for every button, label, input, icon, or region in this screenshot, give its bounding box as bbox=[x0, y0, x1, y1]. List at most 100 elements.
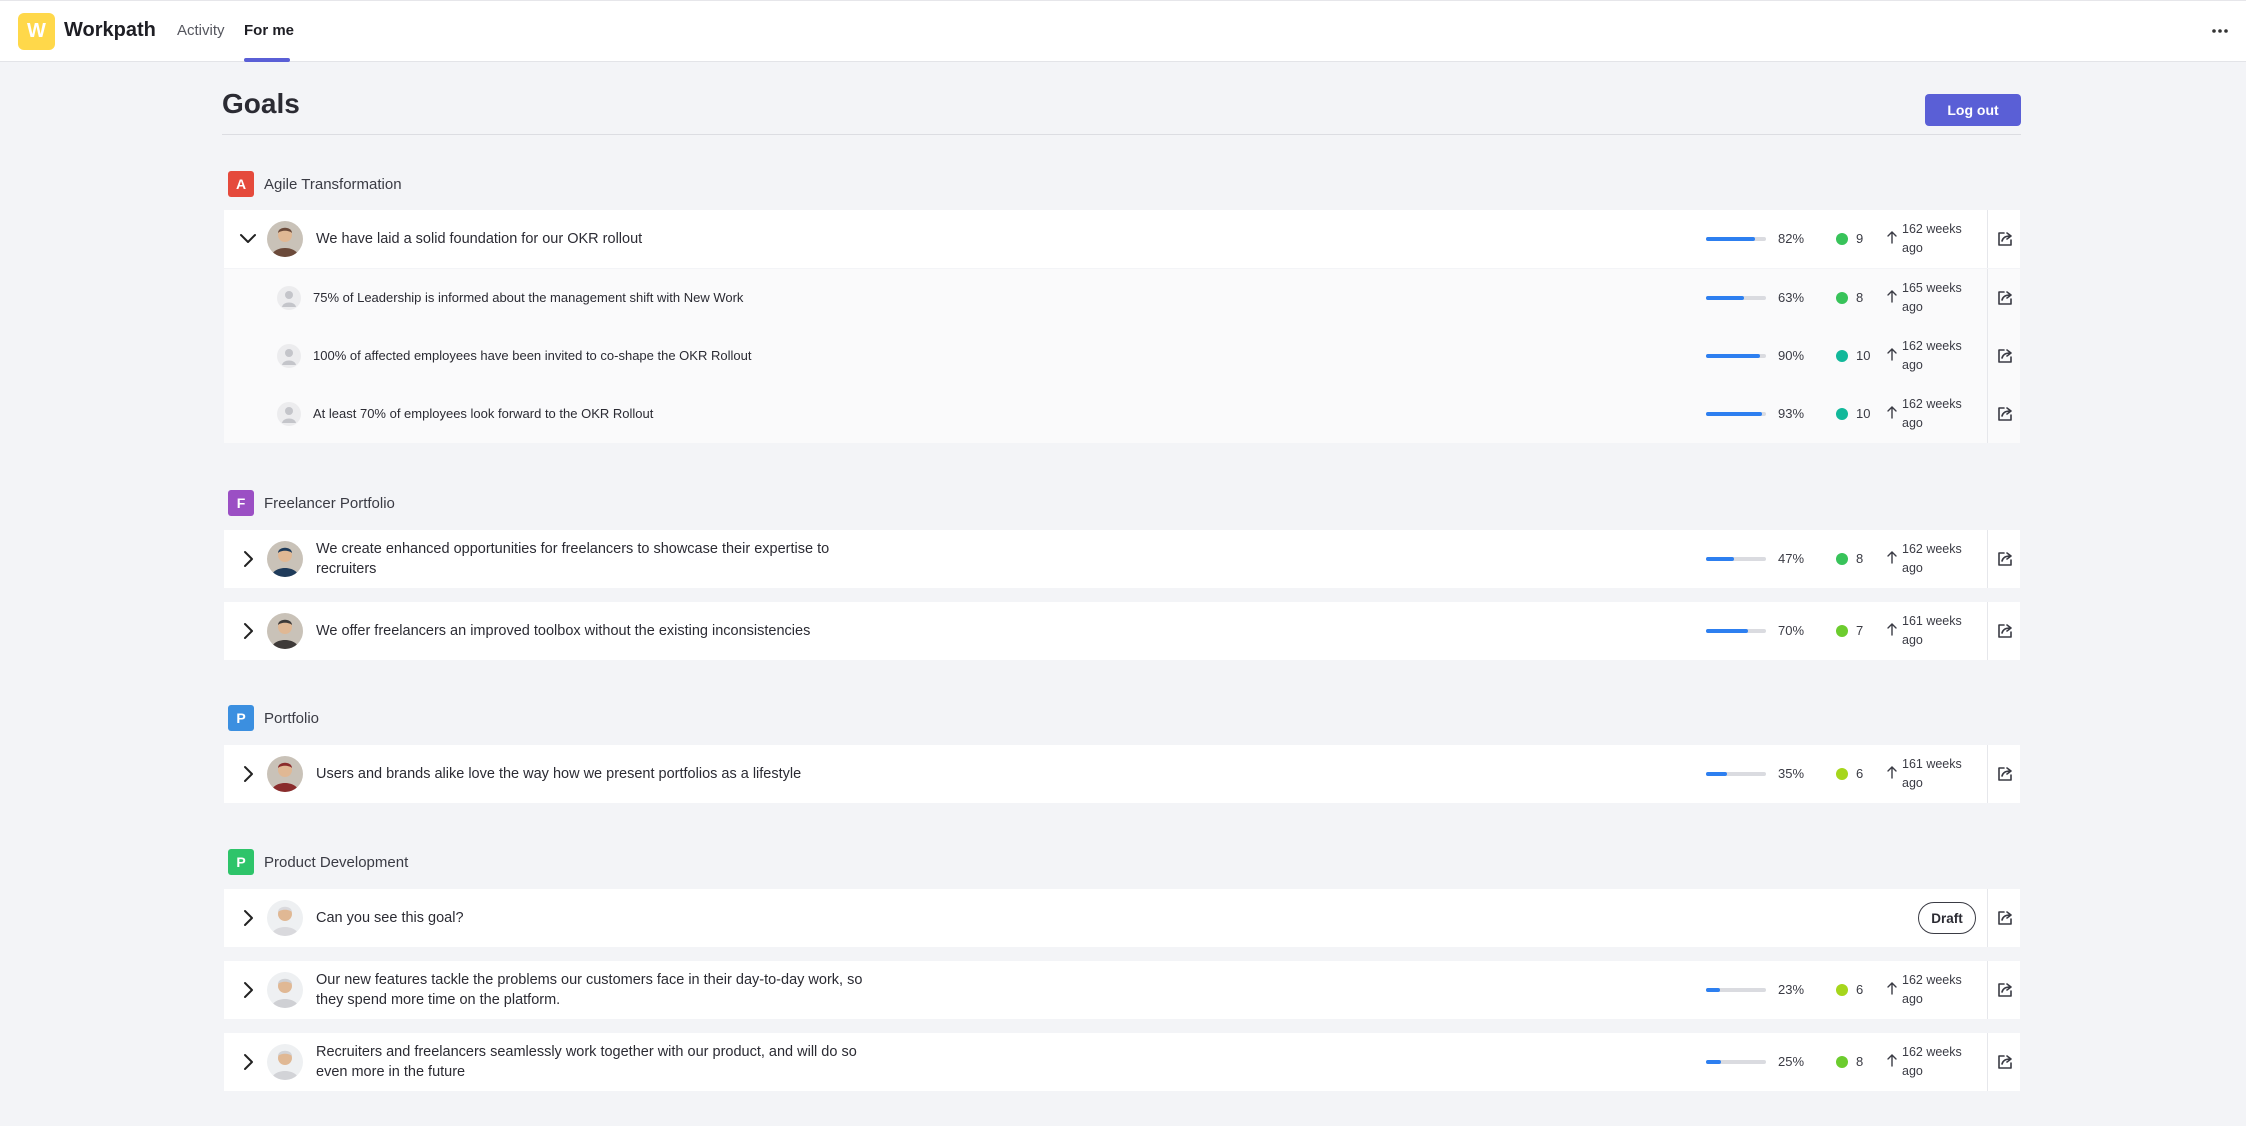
key-result-title[interactable]: 75% of Leadership is informed about the … bbox=[313, 269, 1013, 327]
last-updated: 162 weeks ago bbox=[1902, 973, 1962, 1006]
share-icon[interactable] bbox=[1996, 347, 2014, 365]
goal-row[interactable]: Users and brands alike love the way how … bbox=[224, 745, 2020, 803]
owner-avatar[interactable] bbox=[267, 221, 303, 257]
chevron-right-icon[interactable] bbox=[238, 908, 258, 928]
confidence-dot bbox=[1836, 350, 1848, 362]
goal-row[interactable]: We have laid a solid foundation for our … bbox=[224, 210, 2020, 268]
row-divider bbox=[1987, 385, 1988, 443]
share-icon[interactable] bbox=[1996, 622, 2014, 640]
goal-title[interactable]: We create enhanced opportunities for fre… bbox=[316, 530, 876, 588]
share-icon[interactable] bbox=[1996, 909, 2014, 927]
workpath-logo[interactable]: W bbox=[18, 13, 55, 50]
goal-row[interactable]: Our new features tackle the problems our… bbox=[224, 961, 2020, 1019]
group-name: Freelancer Portfolio bbox=[264, 494, 395, 512]
group-name: Agile Transformation bbox=[264, 175, 402, 193]
tab-for-me[interactable]: For me bbox=[244, 22, 294, 39]
confidence-dot bbox=[1836, 1056, 1848, 1068]
progress-bar-fill bbox=[1706, 772, 1727, 776]
arrow-up-icon bbox=[1886, 230, 1898, 244]
chevron-right-icon[interactable] bbox=[238, 764, 258, 784]
confidence-dot bbox=[1836, 233, 1848, 245]
goal-title[interactable]: Users and brands alike love the way how … bbox=[316, 745, 876, 803]
group-badge: F bbox=[228, 490, 254, 516]
share-icon[interactable] bbox=[1996, 289, 2014, 307]
share-icon[interactable] bbox=[1996, 405, 2014, 423]
goal-row[interactable]: Can you see this goal? Draft bbox=[224, 889, 2020, 947]
progress-bar bbox=[1706, 988, 1766, 992]
progress-bar-fill bbox=[1706, 237, 1756, 241]
goal-title[interactable]: We have laid a solid foundation for our … bbox=[316, 210, 876, 268]
last-updated: 165 weeks ago bbox=[1902, 281, 1962, 314]
arrow-up-icon bbox=[1886, 622, 1898, 636]
progress-bar bbox=[1706, 629, 1766, 633]
progress-percent: 93% bbox=[1778, 406, 1805, 421]
confidence-score: 10 bbox=[1856, 406, 1871, 421]
person-placeholder-icon bbox=[277, 402, 301, 426]
last-updated: 162 weeks ago bbox=[1902, 1045, 1962, 1078]
confidence-dot bbox=[1836, 984, 1848, 996]
last-updated: 161 weeks ago bbox=[1902, 614, 1962, 647]
owner-avatar[interactable] bbox=[267, 900, 303, 936]
share-icon[interactable] bbox=[1996, 981, 2014, 999]
group-badge: A bbox=[228, 171, 254, 197]
progress-bar-fill bbox=[1706, 412, 1762, 416]
key-result-row[interactable]: 100% of affected employees have been inv… bbox=[224, 327, 2020, 385]
goal-title[interactable]: Our new features tackle the problems our… bbox=[316, 961, 876, 1019]
row-divider bbox=[1987, 602, 1988, 660]
confidence-score: 8 bbox=[1856, 290, 1864, 305]
row-divider bbox=[1987, 745, 1988, 803]
goal-title[interactable]: We offer freelancers an improved toolbox… bbox=[316, 602, 876, 660]
share-icon[interactable] bbox=[1996, 230, 2014, 248]
goal-title[interactable]: Recruiters and freelancers seamlessly wo… bbox=[316, 1033, 876, 1091]
owner-avatar[interactable] bbox=[267, 541, 303, 577]
progress-percent: 23% bbox=[1778, 982, 1805, 997]
share-icon[interactable] bbox=[1996, 765, 2014, 783]
progress-bar bbox=[1706, 296, 1766, 300]
progress-bar bbox=[1706, 412, 1766, 416]
owner-avatar[interactable] bbox=[267, 756, 303, 792]
goal-row[interactable]: We offer freelancers an improved toolbox… bbox=[224, 602, 2020, 660]
row-divider bbox=[1987, 889, 1988, 947]
log-out-button[interactable]: Log out bbox=[1925, 94, 2021, 126]
row-divider bbox=[1987, 530, 1988, 588]
progress-bar-fill bbox=[1706, 354, 1760, 358]
chevron-down-icon[interactable] bbox=[238, 229, 258, 249]
chevron-right-icon[interactable] bbox=[238, 1052, 258, 1072]
confidence-score: 10 bbox=[1856, 348, 1871, 363]
progress-bar-fill bbox=[1706, 296, 1744, 300]
chevron-right-icon[interactable] bbox=[238, 980, 258, 1000]
progress-bar-fill bbox=[1706, 629, 1748, 633]
key-result-row[interactable]: 75% of Leadership is informed about the … bbox=[224, 269, 2020, 327]
arrow-up-icon bbox=[1886, 1053, 1898, 1067]
key-result-title[interactable]: At least 70% of employees look forward t… bbox=[313, 385, 1013, 443]
last-updated: 162 weeks ago bbox=[1902, 397, 1962, 430]
goal-row[interactable]: Recruiters and freelancers seamlessly wo… bbox=[224, 1033, 2020, 1091]
arrow-up-icon bbox=[1886, 289, 1898, 303]
tab-activity[interactable]: Activity bbox=[177, 22, 225, 39]
progress-percent: 47% bbox=[1778, 551, 1805, 566]
group-header: P Product Development bbox=[228, 849, 408, 875]
share-icon[interactable] bbox=[1996, 1053, 2014, 1071]
progress-bar-fill bbox=[1706, 1060, 1721, 1064]
more-options-icon[interactable] bbox=[2208, 19, 2232, 43]
group-header: P Portfolio bbox=[228, 705, 319, 731]
confidence-dot bbox=[1836, 292, 1848, 304]
owner-avatar[interactable] bbox=[267, 972, 303, 1008]
arrow-up-icon bbox=[1886, 347, 1898, 361]
group-header: A Agile Transformation bbox=[228, 171, 402, 197]
chevron-right-icon[interactable] bbox=[238, 621, 258, 641]
progress-percent: 35% bbox=[1778, 766, 1805, 781]
share-icon[interactable] bbox=[1996, 550, 2014, 568]
goal-title[interactable]: Can you see this goal? bbox=[316, 889, 876, 947]
draft-badge: Draft bbox=[1918, 902, 1976, 934]
goal-row[interactable]: We create enhanced opportunities for fre… bbox=[224, 530, 2020, 588]
row-divider bbox=[1987, 327, 1988, 385]
confidence-dot bbox=[1836, 553, 1848, 565]
key-result-row[interactable]: At least 70% of employees look forward t… bbox=[224, 385, 2020, 443]
key-result-title[interactable]: 100% of affected employees have been inv… bbox=[313, 327, 1013, 385]
title-divider bbox=[222, 134, 2021, 135]
owner-avatar[interactable] bbox=[267, 613, 303, 649]
owner-avatar[interactable] bbox=[267, 1044, 303, 1080]
arrow-up-icon bbox=[1886, 405, 1898, 419]
chevron-right-icon[interactable] bbox=[238, 549, 258, 569]
